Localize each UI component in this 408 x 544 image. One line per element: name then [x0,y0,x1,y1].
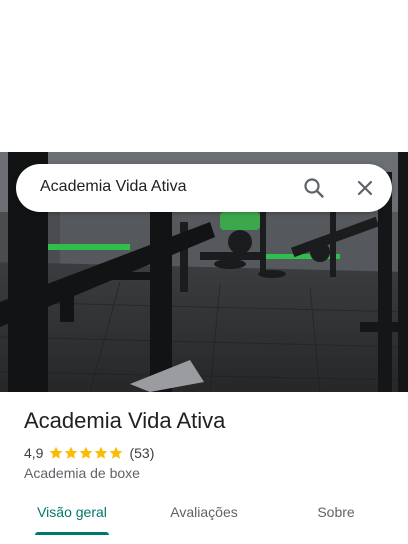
review-count[interactable]: (53) [129,445,154,461]
search-icon[interactable] [302,176,326,200]
tab-reviews[interactable]: Avaliações [170,504,237,520]
rating-row[interactable]: 4,9 (53) [24,444,154,462]
tab-about[interactable]: Sobre [317,504,354,520]
rating-stars [49,446,124,460]
star-icon [80,446,93,459]
active-tab-indicator [35,532,109,535]
tab-overview[interactable]: Visão geral [37,504,107,520]
star-icon [65,446,78,459]
place-tabs: Visão geral Avaliações Sobre [0,496,408,536]
star-icon [110,446,123,459]
rating-value: 4,9 [24,445,44,461]
place-category[interactable]: Academia de boxe [24,465,140,481]
search-bar[interactable]: Academia Vida Ativa [16,164,392,212]
place-title: Academia Vida Ativa [24,408,226,433]
star-icon [95,446,108,459]
search-query[interactable]: Academia Vida Ativa [40,178,186,196]
close-icon[interactable] [353,176,377,200]
star-icon [50,446,63,459]
